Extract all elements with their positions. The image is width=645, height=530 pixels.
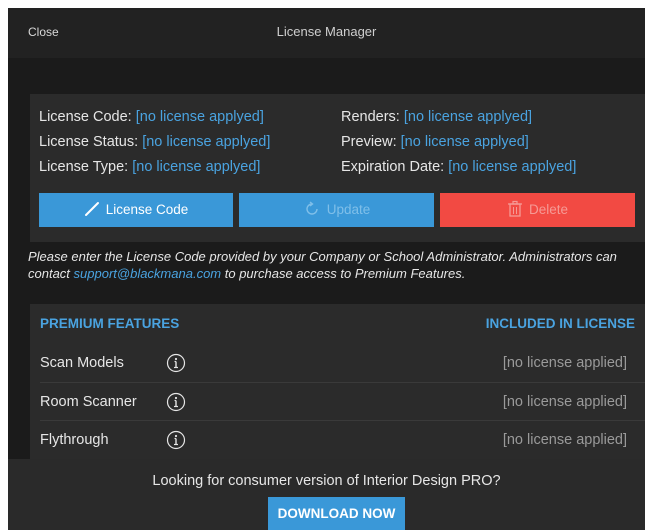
consumer-version-prompt: Looking for consumer version of Interior… <box>152 473 501 489</box>
feature-name: Scan Models <box>40 355 124 371</box>
feature-status: [no license applied] <box>502 355 627 371</box>
license-info-card: License Code: [no license applyed] Licen… <box>30 94 645 242</box>
table-row: Room Scanner [no license applied] <box>30 383 645 421</box>
license-code-value: [no license applyed] <box>135 109 264 125</box>
trash-icon <box>507 200 522 217</box>
feature-name: Room Scanner <box>40 394 137 410</box>
license-manager-modal: Close License Manager License Code: [no … <box>8 8 645 530</box>
preview-row: Preview: [no license applyed] <box>341 134 529 150</box>
preview-label: Preview: <box>341 134 397 150</box>
license-type-row: License Type: [no license applyed] <box>39 159 260 175</box>
info-icon[interactable] <box>166 430 186 450</box>
premium-features-table: PREMIUM FEATURES INCLUDED IN LICENSE Sca… <box>30 304 645 464</box>
notice-text-after: to purchase access to Premium Features. <box>221 266 466 281</box>
page-title: License Manager <box>276 24 377 39</box>
delete-button[interactable]: Delete <box>440 193 635 227</box>
download-now-button[interactable]: DOWNLOAD NOW <box>268 497 405 530</box>
preview-value: [no license applyed] <box>400 134 529 150</box>
features-header-right: INCLUDED IN LICENSE <box>485 316 635 331</box>
license-notice: Please enter the License Code provided b… <box>28 248 643 282</box>
update-button[interactable]: Update <box>239 193 434 227</box>
expiration-value: [no license applyed] <box>448 159 577 175</box>
info-icon[interactable] <box>166 392 186 412</box>
delete-button-label: Delete <box>528 202 569 217</box>
table-row: Scan Models [no license applied] <box>30 344 645 382</box>
license-status-value: [no license applyed] <box>142 134 271 150</box>
license-type-value: [no license applyed] <box>132 159 261 175</box>
pencil-icon <box>84 201 99 216</box>
table-row: Flythrough [no license applied] <box>30 421 645 459</box>
features-header: PREMIUM FEATURES INCLUDED IN LICENSE <box>30 304 645 344</box>
renders-row: Renders: [no license applyed] <box>341 109 532 125</box>
renders-value: [no license applyed] <box>403 109 533 125</box>
license-code-button-label: License Code <box>105 202 189 217</box>
feature-name: Flythrough <box>40 432 109 448</box>
license-code-row: License Code: [no license applyed] <box>39 109 264 125</box>
license-code-button[interactable]: License Code <box>39 193 233 227</box>
features-header-left: PREMIUM FEATURES <box>40 316 180 331</box>
support-email-link[interactable]: support@blackmana.com <box>74 266 222 281</box>
feature-status: [no license applied] <box>502 394 627 410</box>
refresh-icon <box>306 201 318 215</box>
titlebar: Close License Manager <box>8 8 645 58</box>
feature-status: [no license applied] <box>502 432 627 448</box>
footer-banner: Looking for consumer version of Interior… <box>8 459 645 530</box>
license-code-label: License Code: <box>39 109 132 125</box>
info-icon[interactable] <box>166 353 186 373</box>
update-button-label: Update <box>326 202 371 217</box>
license-status-label: License Status: <box>39 134 139 150</box>
renders-label: Renders: <box>341 109 400 125</box>
license-type-label: License Type: <box>39 159 129 175</box>
license-status-row: License Status: [no license applyed] <box>39 134 270 150</box>
expiration-row: Expiration Date: [no license applyed] <box>341 159 576 175</box>
expiration-label: Expiration Date: <box>341 159 445 175</box>
